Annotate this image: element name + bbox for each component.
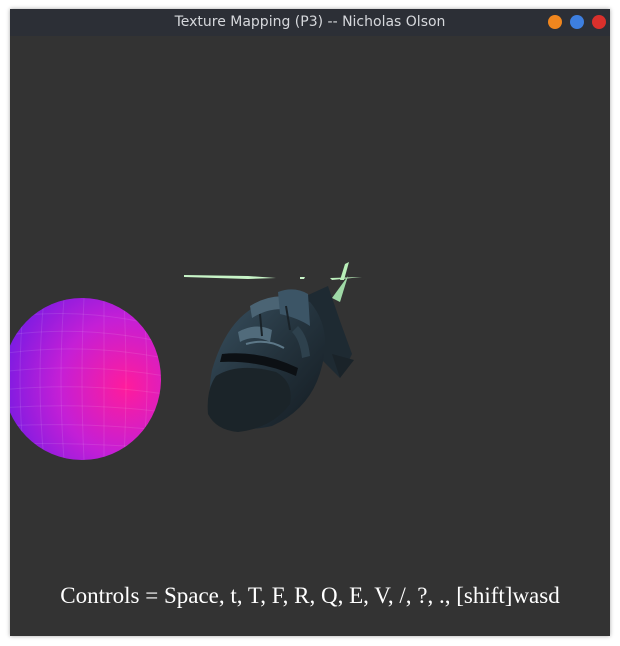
scene-canvas — [10, 262, 362, 460]
minimize-button[interactable] — [548, 15, 562, 29]
maximize-button[interactable] — [570, 15, 584, 29]
render-viewport[interactable]: Controls = Space, t, T, F, R, Q, E, V, /… — [10, 36, 610, 636]
window-title: Texture Mapping (P3) -- Nicholas Olson — [174, 14, 446, 30]
controls-hint: Controls = Space, t, T, F, R, Q, E, V, /… — [60, 583, 560, 608]
helicopter-model — [184, 262, 362, 432]
textured-sphere — [10, 298, 161, 460]
app-window: Texture Mapping (P3) -- Nicholas Olson C… — [10, 9, 610, 636]
close-button[interactable] — [592, 15, 606, 29]
title-bar[interactable]: Texture Mapping (P3) -- Nicholas Olson — [10, 9, 610, 36]
